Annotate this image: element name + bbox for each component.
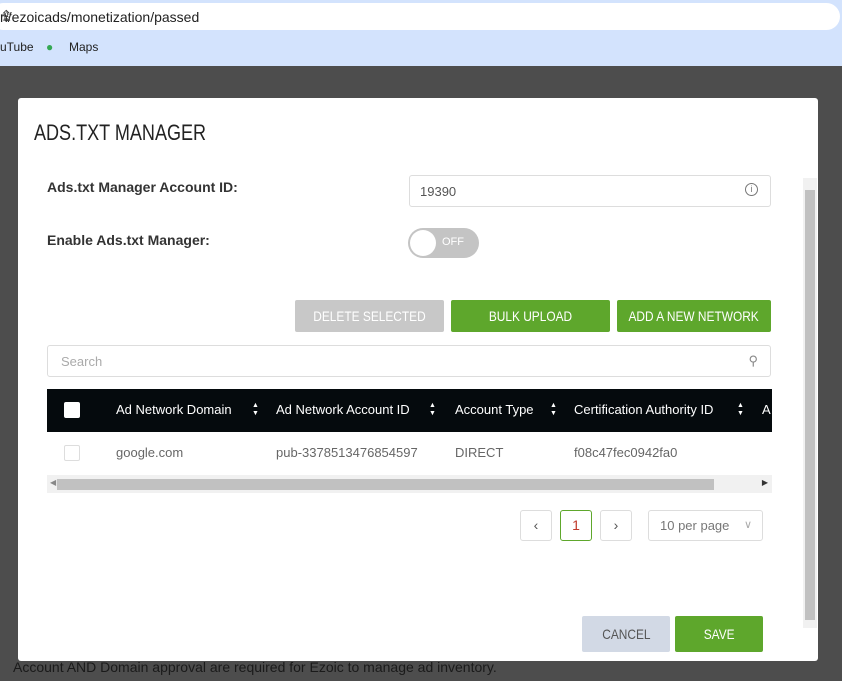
background-footer-text: Account AND Domain approval are required… <box>13 659 497 675</box>
col-domain[interactable]: Ad Network Domain <box>116 402 232 417</box>
toggle-state: OFF <box>442 236 464 248</box>
bookmark-youtube[interactable]: uTube <box>0 40 34 54</box>
delete-selected-button[interactable]: DELETE SELECTED (0) <box>295 300 444 356</box>
per-page-select[interactable]: 10 per page ∨ <box>648 510 763 541</box>
address-bar[interactable]: n/ezoicads/monetization/passed ⇪ ☆ <box>0 3 840 30</box>
select-all-checkbox[interactable] <box>64 402 80 418</box>
cell-cert: f08c47fec0942fa0 <box>574 445 678 460</box>
horizontal-scrollbar[interactable]: ◀ ▶ <box>47 475 772 493</box>
col-truncated[interactable]: A <box>762 402 771 417</box>
chevron-down-icon: ∨ <box>743 519 752 531</box>
chevron-right-icon: › <box>613 517 619 533</box>
col-account-id[interactable]: Ad Network Account ID <box>276 402 410 417</box>
chevron-left-icon: ‹ <box>533 517 539 533</box>
info-icon[interactable]: i <box>745 183 758 196</box>
modal-title: ADS.TXT MANAGER <box>34 120 207 145</box>
account-id-value: 19390 <box>420 184 457 199</box>
save-button[interactable]: SAVE <box>675 616 763 652</box>
cell-type: DIRECT <box>455 445 504 460</box>
account-id-label: Ads.txt Manager Account ID: <box>47 179 238 195</box>
search-placeholder: Search <box>61 354 103 369</box>
per-page-value: 10 per page <box>660 518 730 533</box>
col-account-type[interactable]: Account Type <box>455 402 534 417</box>
row-checkbox[interactable] <box>64 445 80 461</box>
browser-chrome: n/ezoicads/monetization/passed ⇪ ☆ uTube… <box>0 0 842 66</box>
bookmark-maps[interactable]: Maps <box>69 40 98 54</box>
table-row: google.com pub-3378513476854597 DIRECT f… <box>47 432 772 474</box>
toggle-knob <box>410 230 436 256</box>
enable-label: Enable Ads.txt Manager: <box>47 232 210 248</box>
account-id-input[interactable]: 19390 i <box>409 175 771 207</box>
add-network-button[interactable]: ADD A NEW NETWORK <box>617 300 771 332</box>
maps-icon: ● <box>46 40 54 54</box>
scroll-right-icon[interactable]: ▶ <box>762 478 768 487</box>
search-input[interactable]: Search ⚲ <box>47 345 771 377</box>
sort-icon[interactable]: ▲ ▼ <box>252 402 259 418</box>
sort-icon[interactable]: ▲ ▼ <box>550 402 557 418</box>
prev-page-button[interactable]: ‹ <box>520 510 552 541</box>
next-page-button[interactable]: › <box>600 510 632 541</box>
vertical-scrollbar[interactable] <box>803 178 817 628</box>
vertical-scrollbar-thumb[interactable] <box>805 190 815 620</box>
table-header: Ad Network Domain ▲ ▼ Ad Network Account … <box>47 389 772 432</box>
sort-icon[interactable]: ▲ ▼ <box>737 402 744 418</box>
search-icon: ⚲ <box>748 353 758 368</box>
ads-txt-modal: ADS.TXT MANAGER Ads.txt Manager Account … <box>18 98 818 661</box>
scroll-left-icon[interactable]: ◀ <box>50 478 56 487</box>
col-cert-id[interactable]: Certification Authority ID <box>574 402 713 417</box>
cell-domain: google.com <box>116 445 184 460</box>
cell-account-id: pub-3378513476854597 <box>276 445 418 460</box>
enable-toggle[interactable]: OFF <box>408 228 479 258</box>
scrollbar-thumb[interactable] <box>57 479 714 490</box>
page-1-button[interactable]: 1 <box>560 510 592 541</box>
star-icon[interactable]: ☆ <box>0 7 822 25</box>
sort-icon[interactable]: ▲ ▼ <box>429 402 436 418</box>
cancel-button[interactable]: CANCEL <box>582 616 670 652</box>
bulk-upload-button[interactable]: BULK UPLOAD ENTRIES <box>451 300 610 356</box>
